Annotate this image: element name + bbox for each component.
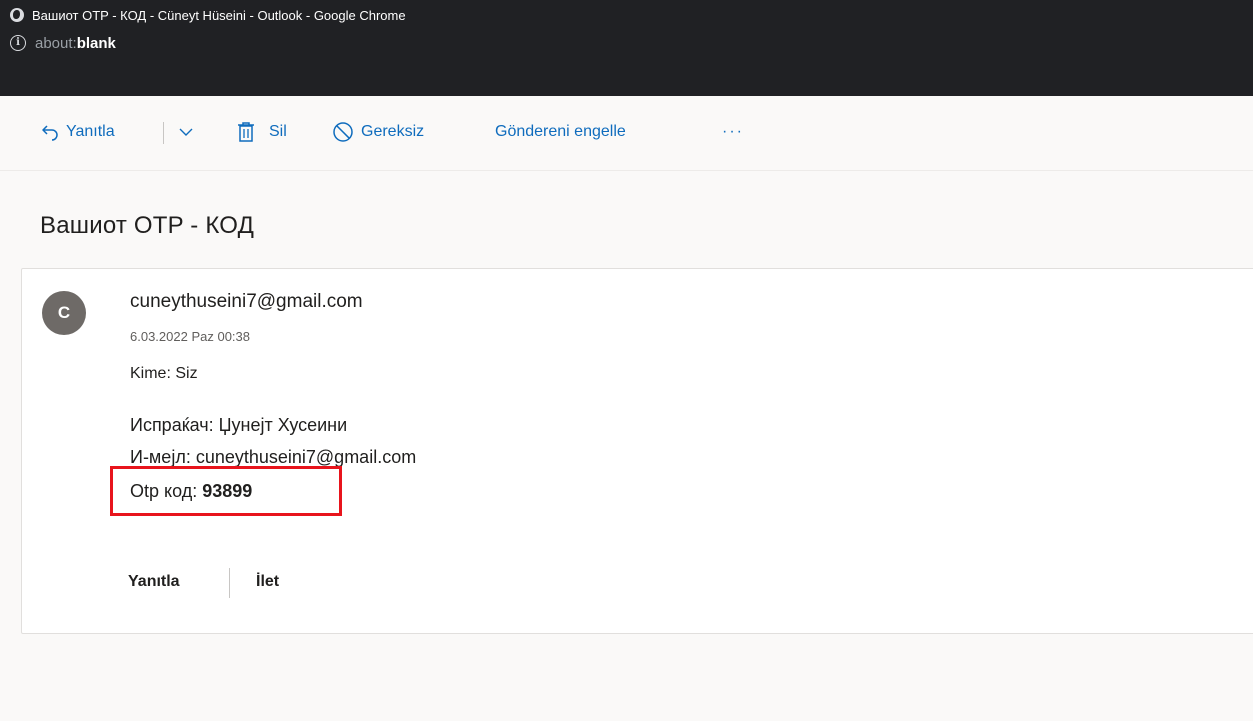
- more-actions-button[interactable]: ···: [722, 120, 744, 144]
- message-toolbar: Yanıtla Sil Gereksiz Göndereni engelle ·…: [0, 96, 1253, 171]
- toolbar-divider: [163, 122, 164, 144]
- recipient-value[interactable]: Siz: [175, 365, 197, 382]
- window-title-row: Вашиот OTP - КОД - Cüneyt Hüseini - Outl…: [10, 0, 406, 30]
- reply-button[interactable]: Yanıtla: [40, 120, 115, 144]
- reply-button-label: Yanıtla: [66, 123, 115, 140]
- address-path: blank: [76, 34, 116, 52]
- delete-button[interactable]: Sil: [236, 120, 287, 144]
- trash-icon: [238, 122, 254, 142]
- reply-link[interactable]: Yanıtla: [128, 573, 180, 591]
- reply-options-dropdown[interactable]: [178, 120, 194, 144]
- sender-address[interactable]: cuneythuseini7@gmail.com: [130, 291, 363, 313]
- sender-avatar[interactable]: C: [42, 291, 86, 335]
- message-date: 6.03.2022 Paz 00:38: [130, 329, 250, 344]
- reply-arrow-icon: [42, 125, 58, 141]
- delete-button-label: Sil: [269, 123, 287, 140]
- otp-highlight-box: [110, 466, 342, 516]
- browser-title-bar: Вашиот OTP - КОД - Cüneyt Hüseini - Outl…: [0, 0, 1253, 58]
- window-title: Вашиот OTP - КОД - Cüneyt Hüseini - Outl…: [32, 7, 406, 23]
- actions-divider: [229, 568, 230, 598]
- block-circle-icon: [333, 122, 353, 142]
- message-subject: Вашиот OTP - КОД: [40, 212, 255, 239]
- more-icon: ···: [722, 123, 744, 140]
- forward-link[interactable]: İlet: [256, 573, 279, 591]
- body-email-line: И-мејл: cuneythuseini7@gmail.com: [130, 447, 417, 467]
- junk-button-label: Gereksiz: [361, 123, 425, 140]
- message-card: C cuneythuseini7@gmail.com 6.03.2022 Paz…: [21, 268, 1253, 634]
- block-sender-button-label: Göndereni engelle: [495, 123, 626, 140]
- junk-button[interactable]: Gereksiz: [332, 120, 424, 144]
- address-bar[interactable]: i about: blank: [10, 30, 116, 56]
- body-sender-line: Испраќач: Џунејт Хусеини: [130, 415, 348, 435]
- block-sender-button[interactable]: Göndereni engelle: [495, 120, 626, 144]
- chevron-down-icon: [179, 128, 193, 136]
- address-scheme: about:: [35, 34, 77, 52]
- browser-chrome-strip: [0, 58, 1253, 96]
- recipient-row: Kime: Siz: [130, 365, 198, 383]
- info-icon[interactable]: i: [10, 35, 26, 51]
- recipient-label: Kime:: [130, 365, 171, 382]
- globe-icon: [10, 8, 24, 22]
